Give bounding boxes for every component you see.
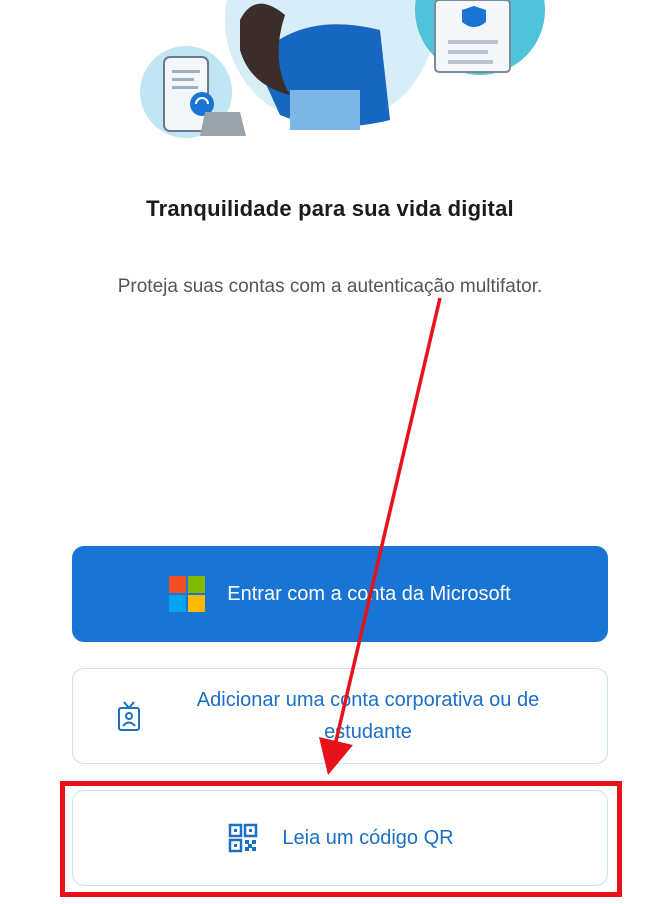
microsoft-signin-label: Entrar com a conta da Microsoft (227, 582, 511, 605)
scan-qr-code-button[interactable]: Leia um código QR (72, 790, 608, 886)
page-subtitle: Proteja suas contas com a autenticação m… (117, 276, 543, 297)
add-work-account-label: Adicionar uma conta corporativa ou de es… (196, 689, 540, 743)
hero-illustration (140, 0, 545, 138)
hero-person-leg (290, 90, 360, 130)
microsoft-logo-icon (169, 576, 206, 612)
hero-laptop (200, 112, 246, 136)
page-title: Tranquilidade para sua vida digital (146, 196, 514, 221)
hero-shield-icon (462, 6, 486, 27)
id-badge-icon (112, 699, 146, 733)
add-work-account-button[interactable]: Adicionar uma conta corporativa ou de es… (72, 668, 608, 764)
scan-qr-code-label: Leia um código QR (282, 826, 454, 849)
qr-code-icon (226, 821, 260, 855)
microsoft-signin-button[interactable]: Entrar com a conta da Microsoft (72, 546, 608, 642)
